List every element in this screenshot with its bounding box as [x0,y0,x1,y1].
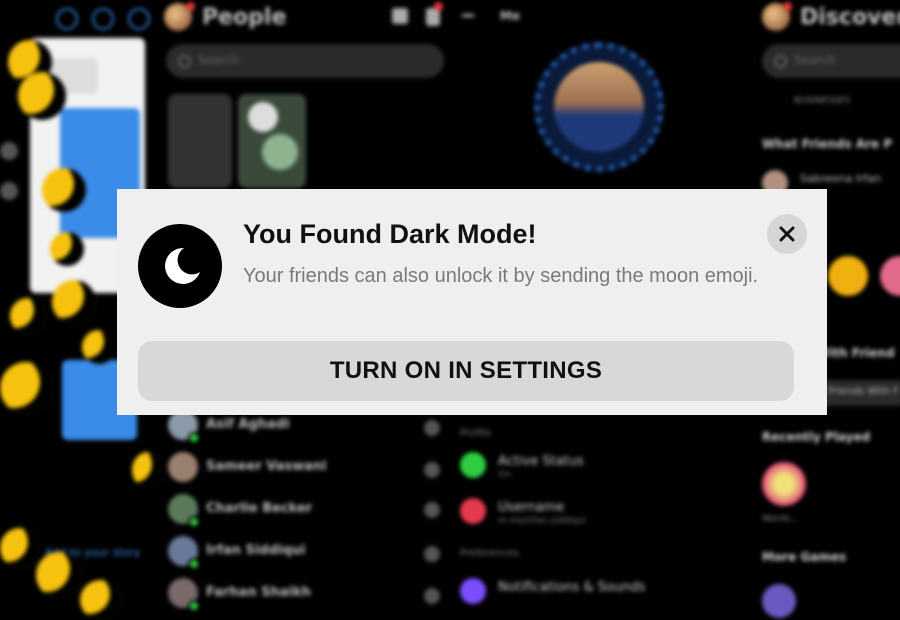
qr-icon [392,8,408,24]
notification-badge [186,2,195,11]
moon-emoji-icon [0,362,52,414]
game-caption: Words... [762,514,799,524]
businesses-tab: BUSINESSES [794,96,851,106]
dialog-message: Your friends can also unlock it by sendi… [243,265,759,287]
moon-emoji-icon [42,168,86,212]
discover-search: Search [762,44,900,78]
story-card [238,94,306,188]
back-icon [462,14,474,17]
section-title: With Friend [816,346,895,360]
close-icon [779,226,795,242]
left-rail-dot [424,420,440,436]
section-label: Preferences [460,548,519,559]
game-icon [762,462,806,506]
left-rail-dot [424,546,440,562]
people-title: People [202,5,287,30]
username-icon [460,498,486,524]
friend-name: Sabreena Irfan [800,172,882,185]
dark-mode-dialog: You Found Dark Mode! Your friends can al… [117,189,827,415]
game-icon [828,256,868,296]
search-icon [774,55,787,68]
online-indicator [188,516,200,528]
game-icon [762,584,796,618]
moon-emoji-icon [10,298,46,334]
moon-icon [138,224,222,308]
moon-emoji-icon [50,232,84,266]
notification-badge [434,2,443,11]
section-title: Recently Played [762,430,871,444]
video-icon [92,8,114,30]
turn-on-in-settings-button[interactable]: TURN ON IN SETTINGS [138,341,794,401]
section-title: More Games [762,550,847,564]
share-icon [0,142,18,160]
add-story-card [168,94,232,188]
section-title: What Friends Are P [762,137,893,151]
active-status-icon [460,452,486,478]
moon-emoji-icon [80,580,122,620]
notification-badge [783,2,792,11]
game-icon [880,256,900,296]
moon-emoji-icon [52,280,96,324]
search-icon [178,55,191,68]
crescent-moon-icon [165,247,200,284]
me-title: Me [500,9,521,23]
notifications-icon [460,578,486,604]
profile-photo [534,42,664,172]
section-label: Profile [460,428,492,439]
online-indicator [188,432,200,444]
edit-icon [0,182,18,200]
close-button[interactable] [767,214,807,254]
avatar [168,452,198,482]
dialog-title: You Found Dark Mode! [243,219,537,249]
phone-icon [56,8,78,30]
moon-emoji-icon [36,552,82,598]
left-rail-dot [424,588,440,604]
online-indicator [188,600,200,612]
moon-emoji-icon [18,72,66,120]
left-rail-dot [424,462,440,478]
moon-emoji-icon [0,528,40,568]
info-icon [128,8,150,30]
discover-title: Discover [800,5,900,30]
moon-emoji-icon [82,330,116,364]
online-indicator [188,558,200,570]
left-rail-dot [424,502,440,518]
people-search: Search [166,44,444,78]
